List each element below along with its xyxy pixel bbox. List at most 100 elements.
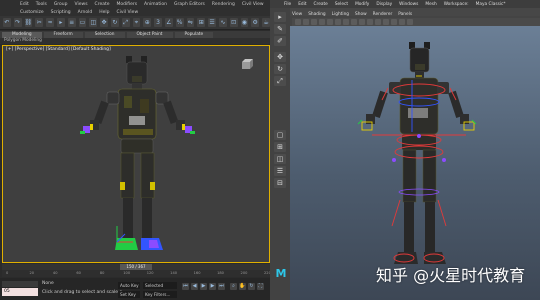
maya-panel-menu-item-4[interactable]: Renderer xyxy=(373,12,393,17)
ribbon-tab-1[interactable]: Freeform xyxy=(43,31,83,38)
material-editor-icon[interactable]: ◉ xyxy=(240,18,249,27)
maya-character-model[interactable] xyxy=(352,40,482,276)
mirror-icon[interactable]: ⇋ xyxy=(186,18,195,27)
maya-menu-item-7[interactable]: Mesh xyxy=(425,2,436,7)
bookmark-icon[interactable] xyxy=(303,19,309,25)
maya-menu-item-5[interactable]: Display xyxy=(376,2,392,7)
max-menu-item-8[interactable]: Rendering xyxy=(212,2,235,7)
camera-icon[interactable] xyxy=(295,19,301,25)
maximize-viewport-icon[interactable]: ⛶ xyxy=(257,283,264,290)
xray-icon[interactable] xyxy=(399,19,405,25)
image-plane-icon[interactable] xyxy=(311,19,317,25)
window-crossing-icon[interactable]: ◫ xyxy=(89,18,98,27)
viewport-label[interactable]: [+] [Perspective] [Standard] [Default Sh… xyxy=(6,47,111,52)
max-menu2-item-4[interactable]: Civil View xyxy=(116,10,138,15)
go-to-end-icon[interactable]: ⏭ xyxy=(218,283,225,290)
maya-menu-item-1[interactable]: Edit xyxy=(298,2,306,7)
single-view-icon[interactable]: ▢ xyxy=(274,130,286,140)
lights-icon[interactable] xyxy=(367,19,373,25)
max-perspective-viewport[interactable]: [+] [Perspective] [Standard] [Default Sh… xyxy=(2,45,270,263)
ribbon-tab-4[interactable]: Populate xyxy=(174,31,214,38)
outliner-layout-icon[interactable]: ☰ xyxy=(274,166,286,176)
scale-tool-icon[interactable]: ⤢ xyxy=(274,76,286,86)
max-menu-item-9[interactable]: Civil View xyxy=(242,2,264,7)
max-menu2-item-1[interactable]: Scripting xyxy=(51,10,71,15)
max-character-model[interactable] xyxy=(63,54,213,259)
wireframe-icon[interactable] xyxy=(343,19,349,25)
track-bar-ruler[interactable]: 0 20 40 60 80 100 120 140 160 180 200 220 xyxy=(2,270,271,277)
smooth-shade-icon[interactable] xyxy=(351,19,357,25)
move-tool-icon[interactable]: ✥ xyxy=(274,52,286,62)
max-menu-item-7[interactable]: Graph Editors xyxy=(174,2,205,7)
ribbon-tab-0[interactable]: Modeling xyxy=(2,31,42,38)
max-menu2-item-2[interactable]: Arnold xyxy=(78,10,93,15)
maya-panel-menu-item-0[interactable]: View xyxy=(292,12,302,17)
selected-dropdown[interactable]: Selected xyxy=(143,282,177,289)
scale-icon[interactable]: ⤢ xyxy=(121,18,130,27)
grid-icon[interactable] xyxy=(319,19,325,25)
angle-snap-icon[interactable]: ∠ xyxy=(164,18,173,27)
xray-joints-icon[interactable] xyxy=(407,19,413,25)
max-menu2-item-3[interactable]: Help xyxy=(99,10,109,15)
pivot-icon[interactable]: ⊕ xyxy=(143,18,152,27)
previous-frame-icon[interactable]: ◀ xyxy=(191,283,198,290)
isolate-icon[interactable] xyxy=(391,19,397,25)
render-icon[interactable]: ☕ xyxy=(262,18,270,27)
maya-menu-item-4[interactable]: Modify xyxy=(355,2,369,7)
max-menu-item-4[interactable]: Create xyxy=(95,2,110,7)
maya-panel-menu-item-1[interactable]: Shading xyxy=(308,12,325,17)
max-menu-item-6[interactable]: Animation xyxy=(144,2,167,7)
link-icon[interactable]: ⛓ xyxy=(24,18,33,27)
select-tool-icon[interactable]: ▸ xyxy=(274,12,286,22)
go-to-start-icon[interactable]: ⏮ xyxy=(182,283,189,290)
maya-panel-menu-item-5[interactable]: Panels xyxy=(398,12,412,17)
maya-menu-item-9[interactable]: Maya Classic* xyxy=(476,2,506,7)
render-setup-icon[interactable]: ⚙ xyxy=(251,18,260,27)
graph-layout-icon[interactable]: ⊟ xyxy=(274,178,286,188)
textured-icon[interactable] xyxy=(359,19,365,25)
next-frame-icon[interactable]: ▶ xyxy=(209,283,216,290)
percent-snap-icon[interactable]: % xyxy=(175,18,184,27)
viewcube-icon[interactable] xyxy=(239,58,255,70)
paint-select-icon[interactable]: ✐ xyxy=(274,36,286,46)
side-by-side-icon[interactable]: ◫ xyxy=(274,154,286,164)
four-view-icon[interactable]: ⊞ xyxy=(274,142,286,152)
maya-menu-item-3[interactable]: Select xyxy=(335,2,348,7)
max-menu2-item-0[interactable]: Customize xyxy=(20,10,44,15)
shadows-icon[interactable] xyxy=(375,19,381,25)
zoom-icon[interactable]: ⌕ xyxy=(230,283,237,290)
maxscript-input[interactable]: 05 xyxy=(2,288,38,296)
move-icon[interactable]: ✥ xyxy=(100,18,108,27)
maya-panel-menu-item-2[interactable]: Lighting xyxy=(332,12,349,17)
redo-icon[interactable]: ↷ xyxy=(13,18,22,27)
ribbon-tab-3[interactable]: Object Paint xyxy=(126,31,173,38)
pan-icon[interactable]: ✋ xyxy=(239,283,246,290)
max-menu-item-2[interactable]: Group xyxy=(54,2,68,7)
max-menu-item-3[interactable]: Views xyxy=(75,2,88,7)
schematic-icon[interactable]: ⊡ xyxy=(229,18,238,27)
layer-icon[interactable]: ☰ xyxy=(208,18,216,27)
max-menu-item-1[interactable]: Tools xyxy=(36,2,47,7)
maya-menu-item-0[interactable]: File xyxy=(284,2,291,7)
resolution-gate-icon[interactable] xyxy=(335,19,341,25)
maya-perspective-viewport[interactable] xyxy=(290,26,540,300)
maya-menu-item-6[interactable]: Windows xyxy=(399,2,418,7)
maya-menu-item-2[interactable]: Create xyxy=(314,2,328,7)
rotate-tool-icon[interactable]: ↻ xyxy=(274,64,286,74)
snap-icon[interactable]: 3 xyxy=(154,18,162,27)
max-menu-item-5[interactable]: Modifiers xyxy=(117,2,138,7)
align-icon[interactable]: ⊞ xyxy=(197,18,206,27)
lasso-tool-icon[interactable]: ✎ xyxy=(274,24,286,34)
key-filters-button[interactable]: Key Filters... xyxy=(143,291,177,298)
orbit-icon[interactable]: ↻ xyxy=(248,283,255,290)
maya-panel-menu-item-3[interactable]: Show xyxy=(355,12,367,17)
placement-icon[interactable]: ⌖ xyxy=(132,18,141,27)
auto-key-button[interactable]: Auto Key xyxy=(118,282,140,289)
bind-spacewarp-icon[interactable]: ≈ xyxy=(46,18,54,27)
max-menu-item-0[interactable]: Edit xyxy=(20,2,29,7)
film-gate-icon[interactable] xyxy=(327,19,333,25)
ribbon-tab-2[interactable]: Selection xyxy=(84,31,125,38)
select-by-name-icon[interactable]: ≡ xyxy=(67,18,76,27)
play-icon[interactable]: ▶ xyxy=(200,283,207,290)
maya-menu-item-8[interactable]: Workspace: xyxy=(444,2,469,7)
